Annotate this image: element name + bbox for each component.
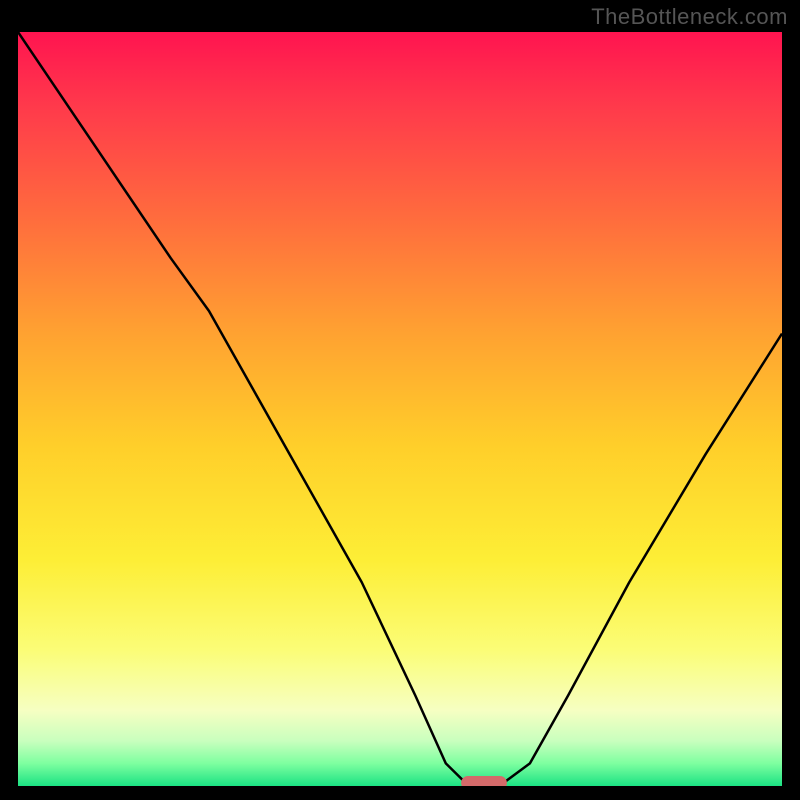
bottleneck-curve	[18, 32, 782, 786]
optimal-marker	[461, 776, 507, 786]
chart-svg	[18, 32, 782, 786]
plot-area	[18, 32, 782, 786]
watermark-text: TheBottleneck.com	[591, 4, 788, 30]
chart-frame: TheBottleneck.com	[0, 0, 800, 800]
